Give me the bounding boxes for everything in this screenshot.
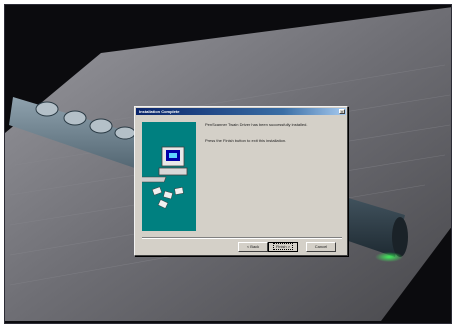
close-icon[interactable]: ×: [339, 109, 345, 114]
installation-complete-dialog: Installation Complete × PenScanner Twain…: [134, 106, 348, 256]
computer-install-icon: [142, 122, 196, 231]
button-separator: [142, 237, 342, 239]
dialog-title: Installation Complete: [139, 109, 180, 114]
finish-instruction: Press the Finish button to exit this ins…: [205, 138, 287, 143]
dialog-titlebar[interactable]: Installation Complete ×: [136, 108, 346, 115]
completion-message: PenScanner Twain Driver has been success…: [205, 122, 308, 127]
back-button[interactable]: < Back: [238, 242, 268, 252]
screen-frame: Installation Complete × PenScanner Twain…: [4, 4, 452, 324]
finish-button[interactable]: Finish >: [268, 242, 298, 252]
cancel-button[interactable]: Cancel: [306, 242, 336, 252]
wizard-side-panel: [142, 122, 196, 231]
finish-button-label: Finish >: [272, 243, 294, 250]
